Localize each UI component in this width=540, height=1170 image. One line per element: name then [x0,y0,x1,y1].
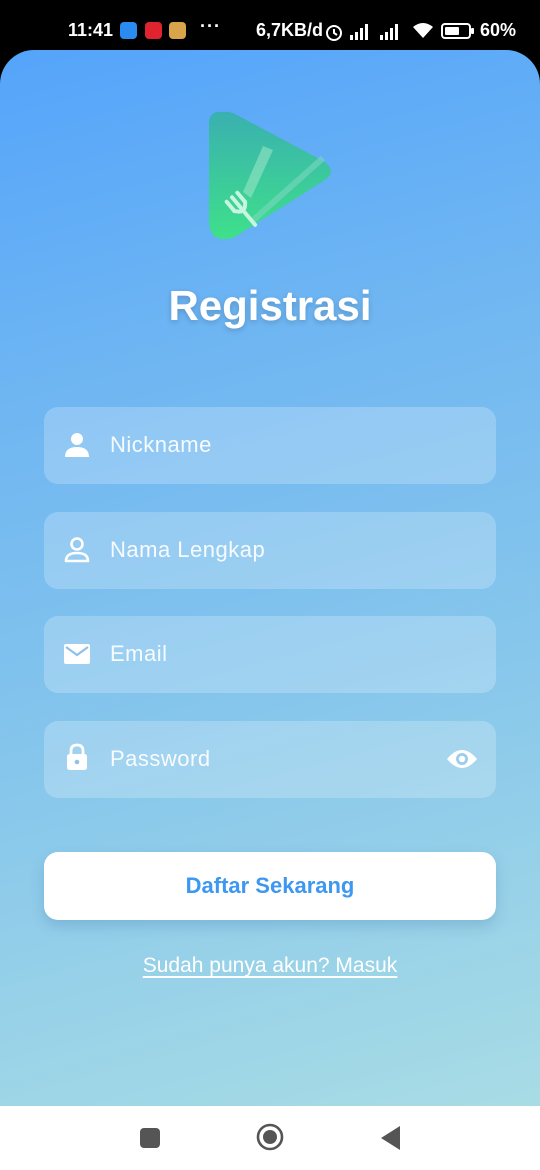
full-name-placeholder: Nama Lengkap [110,537,266,562]
more-notifications-icon: ··· [200,16,221,36]
back-icon[interactable] [380,1125,402,1151]
eye-icon[interactable] [446,746,478,772]
nickname-placeholder: Nickname [110,432,212,457]
alarm-icon [326,25,342,41]
email-field[interactable]: Email [44,616,496,693]
app-logo-icon [209,111,331,240]
wifi-icon [413,23,433,38]
network-speed: 6,7KB/d [256,20,324,40]
app-notification-icon [120,22,137,39]
mail-icon [64,644,90,664]
register-button[interactable]: Daftar Sekarang [44,852,496,920]
nickname-field[interactable]: Nickname [44,407,496,484]
navigation-bar [0,1106,540,1170]
person-outline-icon [64,537,90,563]
registration-screen: Registrasi Nickname Nama Lengkap Email P… [0,50,540,1106]
status-time: 11:41 [68,20,114,40]
battery-icon [441,23,474,39]
battery-percent: 60% [480,20,517,40]
recent-apps-icon[interactable] [139,1127,161,1149]
full-name-field[interactable]: Nama Lengkap [44,512,496,589]
page-title: Registrasi [168,282,372,329]
password-placeholder: Password [110,746,211,771]
password-field[interactable]: Password [44,721,496,798]
login-link[interactable]: Sudah punya akun? Masuk [0,954,540,978]
signal-icon [350,24,368,40]
home-icon[interactable] [256,1123,284,1151]
person-icon [65,433,89,457]
lock-icon [67,743,87,770]
signal-icon [380,24,398,40]
app-notification-icon [169,22,186,39]
app-notification-icon [145,22,162,39]
email-placeholder: Email [110,641,168,666]
